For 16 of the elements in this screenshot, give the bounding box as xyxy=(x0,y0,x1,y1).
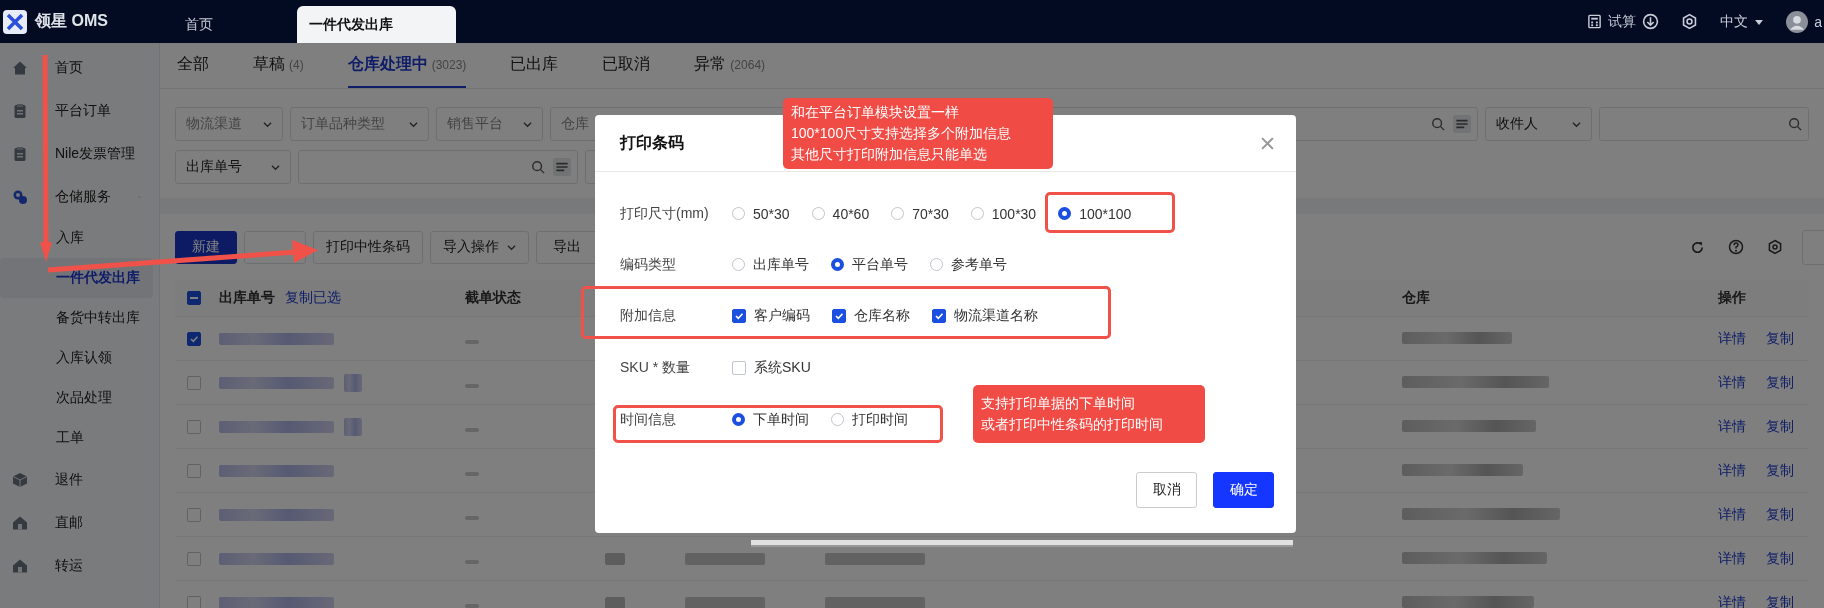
column-header: 截单状态 xyxy=(465,289,521,305)
annotation-text: 支持打印单据的下单时间 xyxy=(981,394,1136,413)
brand-name: 领星 OMS xyxy=(35,11,108,31)
column-header: 仓库 xyxy=(1402,289,1430,305)
column-header: 操作 xyxy=(1718,289,1746,307)
field-label: SKU * 数量 xyxy=(620,358,691,377)
field-label: 时间信息 xyxy=(620,410,677,429)
annotation-text: 和在平台订单模块设置一样 xyxy=(791,103,960,122)
column-header: 出库单号 xyxy=(219,289,275,307)
annotation-text: 100*100尺寸支持选择多个附加信息 xyxy=(791,124,1013,143)
field-label: 附加信息 xyxy=(620,306,677,325)
dialog-title: 打印条码 xyxy=(620,132,684,153)
annotation-text: 其他尺寸打印附加信息只能单选 xyxy=(791,145,988,164)
field-label: 打印尺寸(mm) xyxy=(620,204,710,223)
annotation-text: 或者打印中性条码的打印时间 xyxy=(981,415,1164,434)
field-label: 编码类型 xyxy=(620,255,677,274)
